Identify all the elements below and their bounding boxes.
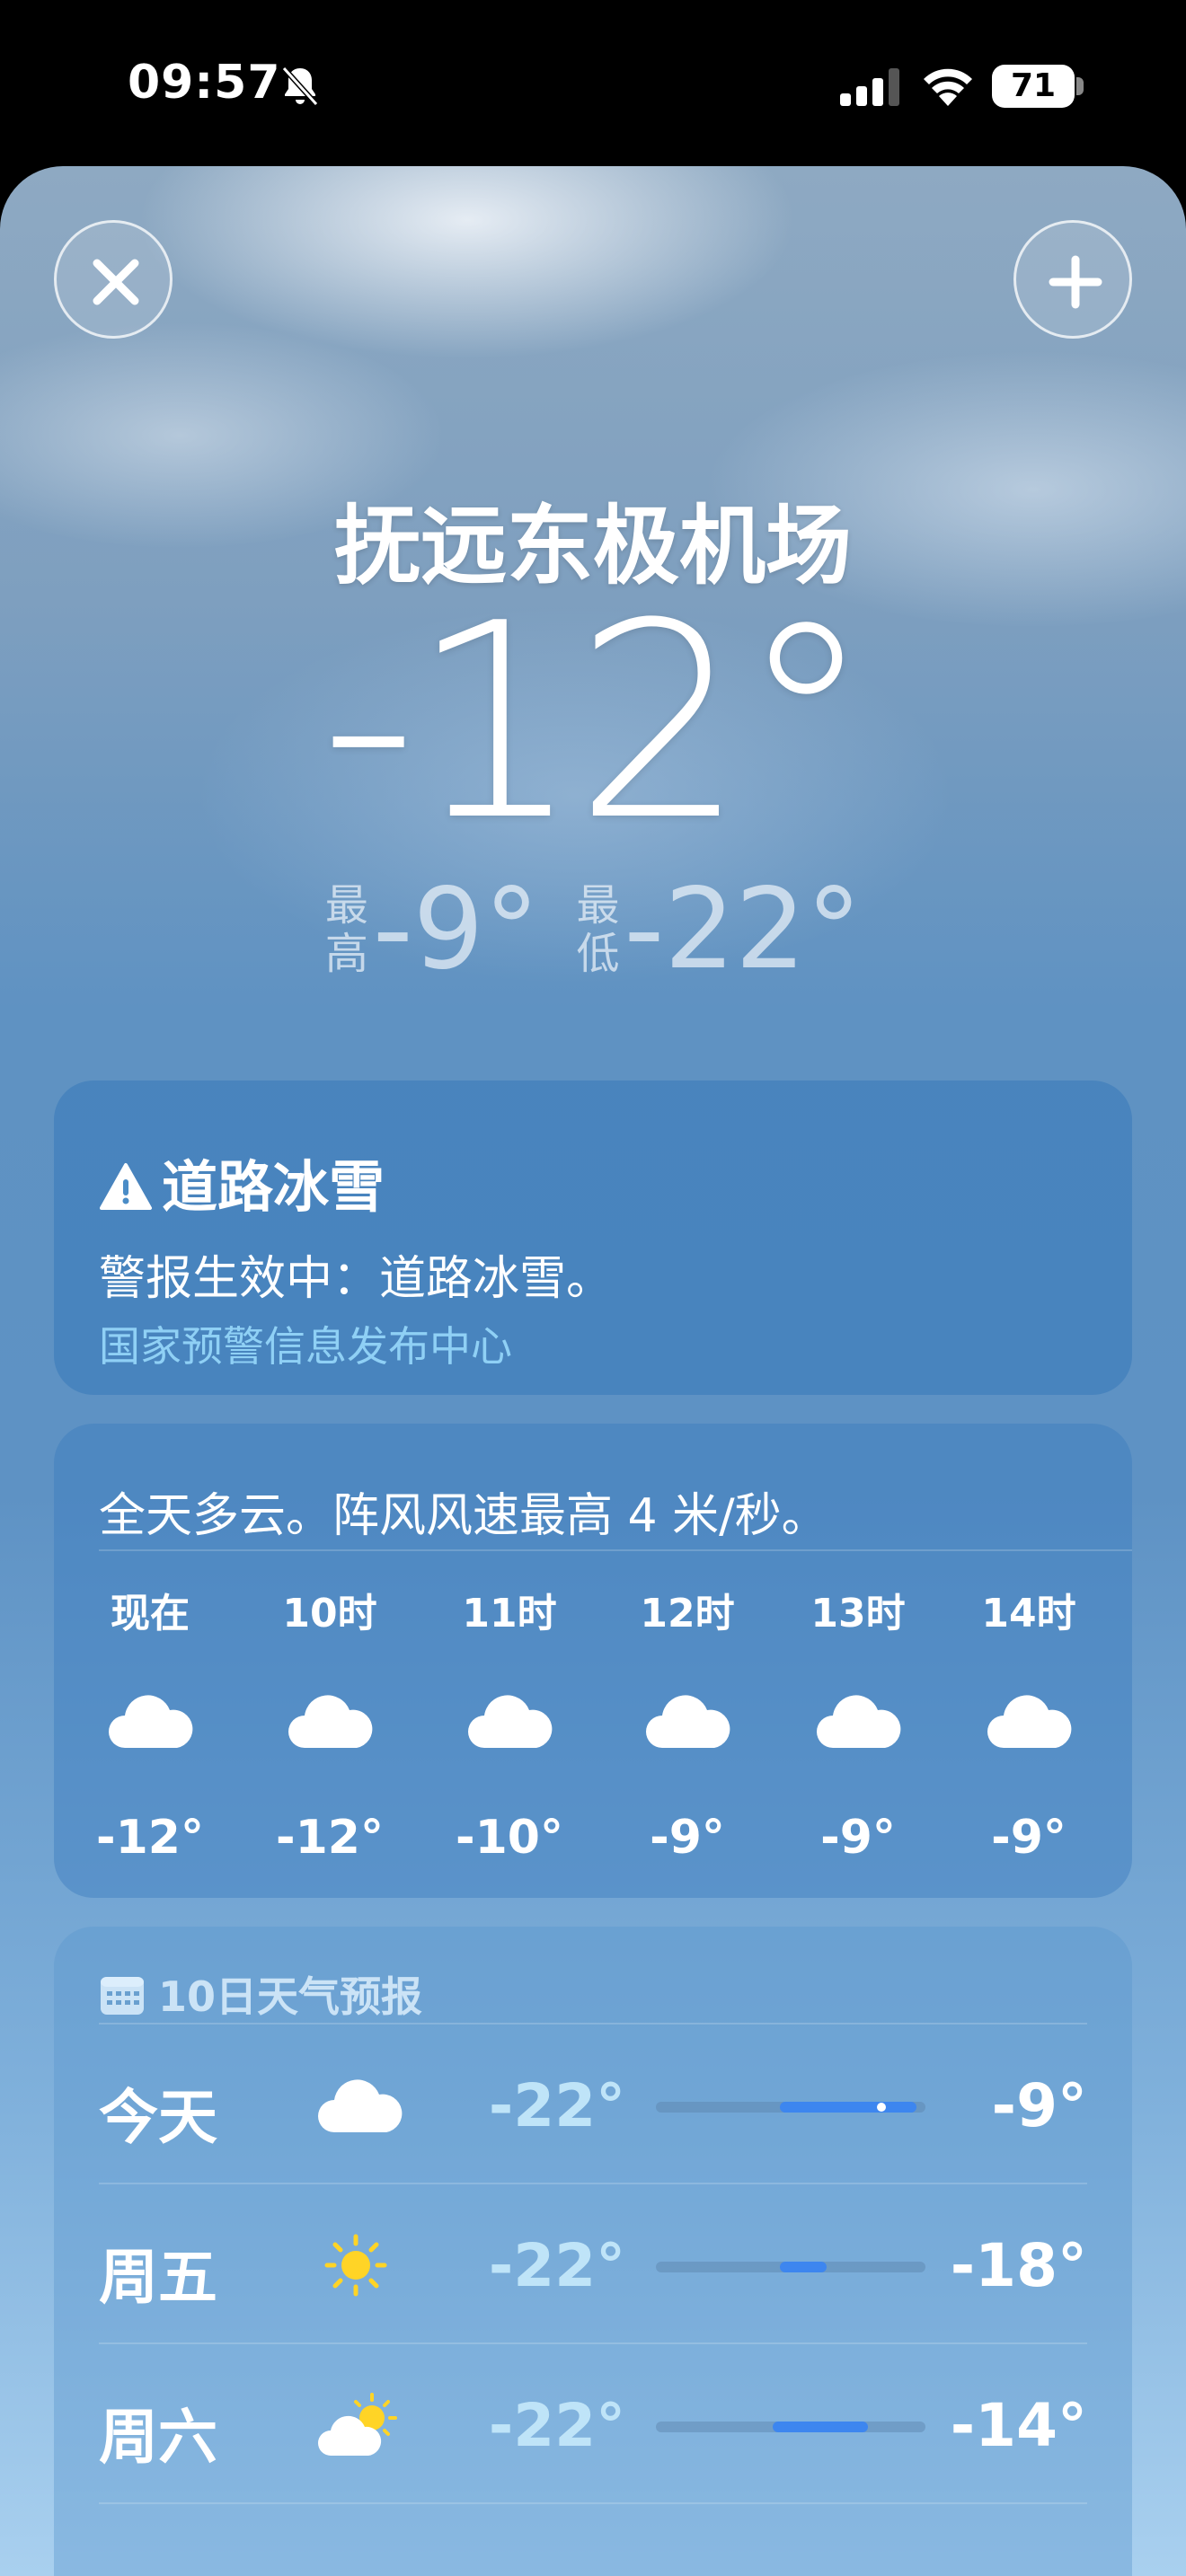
alert-title-row: 道路冰雪 — [99, 1142, 385, 1222]
forecast-row[interactable]: 今天 -22° -9° — [99, 2023, 1087, 2183]
partly-cloudy-icon — [318, 2393, 397, 2456]
ten-day-header: 10日天气预报 — [99, 1964, 422, 2024]
hour-temperature: -10° — [456, 1811, 563, 1865]
add-location-button[interactable] — [1013, 220, 1132, 339]
hour-temperature: -9° — [991, 1811, 1067, 1865]
hourly-summary: 全天多云。阵风风速最高 4 米/秒。 — [99, 1489, 828, 1543]
alert-body: 警报生效中：道路冰雪。 — [99, 1252, 614, 1306]
hour-temperature: -12° — [276, 1811, 384, 1865]
battery-indicator: 71 — [992, 65, 1075, 108]
plus-icon — [1049, 255, 1102, 309]
status-bar: 09:57 71 — [0, 0, 1186, 166]
day-name: 今天 — [99, 2083, 217, 2152]
day-high-temperature: -9° — [991, 2071, 1087, 2140]
day-name: 周五 — [99, 2243, 217, 2312]
temperature-range-bar — [656, 2102, 925, 2113]
close-button[interactable] — [54, 220, 173, 339]
weather-alert-card[interactable]: 道路冰雪 警报生效中：道路冰雪。 国家预警信息发布中心 — [54, 1081, 1132, 1395]
battery-nub — [1076, 77, 1084, 95]
hourly-item: 11时 -10° — [438, 1581, 581, 1865]
cloud-icon — [646, 1695, 730, 1748]
forecast-row-partial[interactable] — [99, 2502, 1087, 2576]
temperature-range-bar — [656, 2262, 925, 2272]
hourly-item: 现在 -12° — [78, 1581, 222, 1865]
ten-day-title: 10日天气预报 — [158, 1972, 423, 2021]
wifi-icon — [924, 68, 972, 106]
hour-temperature: -12° — [96, 1811, 204, 1865]
hour-label: 11时 — [462, 1591, 557, 1636]
temperature-range-bar — [656, 2422, 925, 2432]
weather-sheet: 抚远东极机场 -12° 最高-9° 最低-22° 道路冰雪 警报生效中：道路冰雪。… — [0, 166, 1186, 2576]
high-low-temperature: 最高-9° 最低-22° — [0, 867, 1186, 985]
bell-muted-icon — [281, 66, 319, 107]
cloud-icon — [817, 1695, 901, 1748]
close-icon — [93, 259, 139, 305]
temperature-range-fill — [780, 2262, 827, 2272]
cloud-icon — [468, 1695, 553, 1748]
cloud-icon — [318, 2079, 403, 2132]
forecast-row[interactable]: 周六 -22° -14° — [99, 2342, 1087, 2502]
day-name: 周六 — [99, 2403, 217, 2472]
cellular-signal-icon — [840, 68, 899, 106]
hour-temperature: -9° — [820, 1811, 896, 1865]
cloud-icon — [288, 1695, 373, 1748]
temperature-range-fill — [773, 2422, 868, 2432]
cloud-icon — [987, 1695, 1072, 1748]
day-high-temperature: -18° — [950, 2231, 1087, 2300]
hour-label: 现在 — [111, 1591, 190, 1636]
hour-label: 10时 — [282, 1591, 377, 1636]
hour-label: 14时 — [981, 1591, 1076, 1636]
temperature-range-fill — [780, 2102, 916, 2113]
warning-icon — [100, 1163, 152, 1210]
hourly-item: 12时 -9° — [615, 1581, 759, 1865]
hour-temperature: -9° — [650, 1811, 725, 1865]
cloud-icon — [109, 1695, 193, 1748]
divider — [99, 1549, 1132, 1551]
alert-title: 道路冰雪 — [162, 1154, 385, 1220]
hourly-item: 14时 -9° — [957, 1581, 1101, 1865]
day-low-temperature: -22° — [488, 2391, 626, 2460]
hourly-forecast-card[interactable]: 全天多云。阵风风速最高 4 米/秒。 现在 -12° 10时 -12° 11时 … — [54, 1424, 1132, 1898]
high-temperature: -9° — [372, 864, 540, 994]
low-temperature: -22° — [624, 864, 863, 994]
current-temperature-marker — [877, 2103, 886, 2112]
high-label: 最高 — [324, 879, 368, 979]
low-label: 最低 — [576, 879, 620, 979]
current-temperature: -12° — [320, 566, 873, 879]
day-low-temperature: -22° — [488, 2071, 626, 2140]
hourly-item: 13时 -9° — [786, 1581, 930, 1865]
day-low-temperature: -22° — [488, 2231, 626, 2300]
hourly-item: 10时 -12° — [258, 1581, 402, 1865]
hour-label: 13时 — [810, 1591, 906, 1636]
forecast-row[interactable]: 周五 -22° -18° — [99, 2183, 1087, 2342]
hour-label: 12时 — [640, 1591, 735, 1636]
calendar-icon — [101, 1977, 144, 2015]
ten-day-forecast-card[interactable]: 10日天气预报 今天 -22° -9° 周五 -22° -18° 周六 -22°… — [54, 1927, 1132, 2576]
alert-source-link[interactable]: 国家预警信息发布中心 — [99, 1314, 512, 1373]
sun-icon — [324, 2234, 387, 2297]
status-time: 09:57 — [128, 56, 281, 110]
day-high-temperature: -14° — [950, 2391, 1087, 2460]
